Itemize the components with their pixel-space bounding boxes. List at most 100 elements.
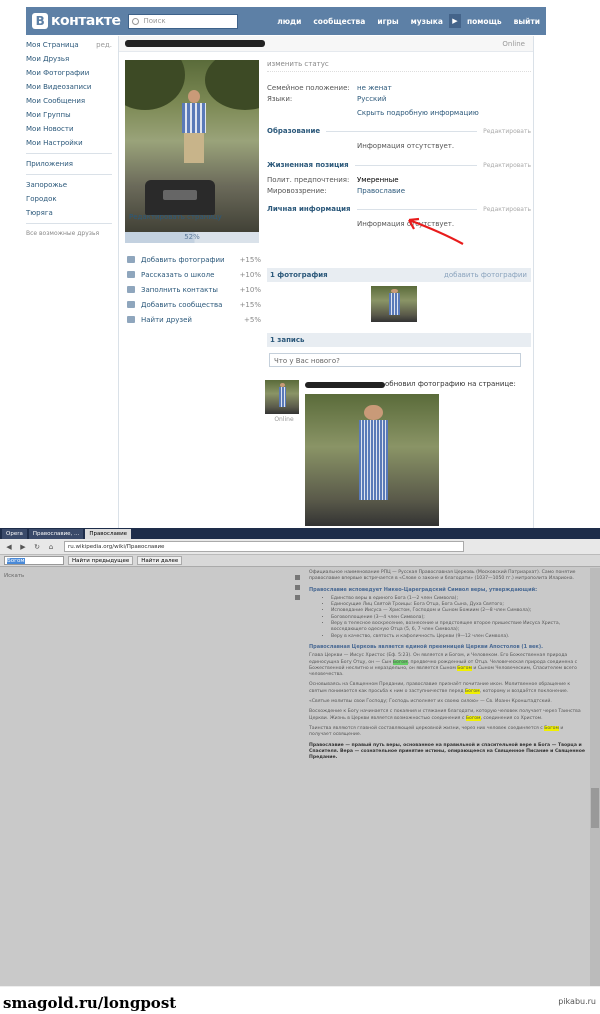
info-key: Полит. предпочтения: [267,175,350,184]
task-communities[interactable]: Добавить сообщества +15% [127,297,261,312]
section-personal: Личная информация Редактировать [267,200,531,218]
reload-icon[interactable]: ↻ [32,543,42,551]
photo-tree [205,60,259,110]
arrow-shaft [408,218,464,245]
task-percent: +15% [239,255,261,264]
article-list: Единство веры в единого Бога (1—2 член С… [331,596,587,640]
menu-photos[interactable]: Мои Фотографии [26,66,112,80]
text-run: Таинства являются главной составляющей ц… [309,725,543,731]
menu-friends[interactable]: Мои Друзья [26,52,112,66]
task-label: Добавить фотографии [141,255,225,264]
nav-people[interactable]: люди [271,17,307,26]
redacted-post-author [305,382,385,388]
menu-apps[interactable]: Приложения [26,157,112,171]
menu-divider [26,153,112,154]
task-school[interactable]: Рассказать о школе +10% [127,267,261,282]
tab-active[interactable]: Православие [85,528,132,539]
edit-page-button[interactable]: Редактировать страницу [125,210,259,226]
info-missing: Информация отсутствует. [357,142,455,150]
menu-group-turyaga[interactable]: Тюряга [26,206,112,220]
post-photo[interactable] [305,394,439,526]
info-value[interactable]: не женат [357,84,392,92]
post-online-status: Online [274,416,294,423]
edit-link[interactable]: Редактировать [483,206,531,213]
nav-communities[interactable]: сообщества [307,17,371,26]
vk-header: Вконтакте Поиск люди сообщества игры муз… [26,7,546,35]
wall-post-input[interactable]: Что у Вас нового? [269,353,521,367]
side-icon[interactable] [295,575,300,580]
find-next-button[interactable]: Найти далее [137,556,183,565]
menu-news[interactable]: Мои Новости [26,122,112,136]
edit-link[interactable]: ред. [96,38,112,52]
photo-thumbnail[interactable] [371,286,417,322]
thumb-person [358,420,389,500]
find-input[interactable]: Богом [4,556,64,565]
task-contacts[interactable]: Заполнить контакты +10% [127,282,261,297]
menu-videos[interactable]: Мои Видеозаписи [26,80,112,94]
menu-label: Мои Друзья [26,55,70,63]
all-friends-link[interactable]: Все возможные друзья [26,230,112,237]
article-heading: Православие исповедует Никео-Цареградски… [309,586,538,593]
menu-my-page[interactable]: Моя Страница ред. [26,38,112,52]
block-title[interactable]: 1 запись [270,333,304,347]
home-icon[interactable]: ⌂ [46,543,56,551]
nav-music[interactable]: музыка [405,17,449,26]
post-avatar[interactable] [265,380,299,414]
menu-divider [26,174,112,175]
side-icon[interactable] [295,585,300,590]
menu-messages[interactable]: Мои Сообщения [26,94,112,108]
profile-tasks: Добавить фотографии +15% Рассказать о шко… [127,252,261,327]
add-photos-link[interactable]: добавить фотографии [444,268,527,282]
menu-label: Тюряга [26,209,53,217]
nav-help[interactable]: помощь [461,17,508,26]
task-friends[interactable]: Найти друзей +5% [127,312,261,327]
play-icon[interactable]: ▶ [448,14,461,28]
scrollbar-thumb[interactable] [591,788,599,828]
list-item: Веру в качество, святость и кафоличность… [331,634,587,640]
search-input[interactable]: Поиск [128,13,239,29]
side-icon[interactable] [295,595,300,600]
block-title[interactable]: 1 фотография [270,268,328,282]
hide-info-link[interactable]: Скрыть подробную информацию [357,109,479,117]
menu-group-gorodok[interactable]: Городок [26,192,112,206]
info-missing: Информация отсутствует. [357,220,455,228]
article-paragraph: Основываясь на Священном Предании, право… [309,682,587,695]
tab-opera[interactable]: Opera [2,528,27,539]
article-paragraph: Официальное наименование РПЦ — Русская П… [309,570,576,582]
find-prev-button[interactable]: Найти предыдущее [68,556,134,565]
forward-icon[interactable]: ▶ [18,543,28,551]
school-icon [127,271,135,278]
scrollbar[interactable] [590,568,600,986]
left-menu: Моя Страница ред. Мои Друзья Мои Фотограф… [26,38,112,237]
info-key: Языки: [267,94,293,103]
photo-person-shirt [182,103,206,133]
find-value: Богом [7,558,25,564]
task-add-photos[interactable]: Добавить фотографии +15% [127,252,261,267]
article-paragraph: Таинства являются главной составляющей ц… [309,725,587,739]
section-line [354,164,478,166]
vk-logo[interactable]: Вконтакте [32,13,121,29]
menu-label: Мои Сообщения [26,97,86,105]
status-edit[interactable]: изменить статус [267,60,531,72]
tab-wiki[interactable]: Православие, ... [28,528,84,539]
menu-label: Мои Видеозаписи [26,83,92,91]
edit-link[interactable]: Редактировать [483,128,531,135]
nav-logout[interactable]: выйти [508,17,546,26]
back-icon[interactable]: ◀ [4,543,14,551]
watermark-footer: smagold.ru/longpost pikabu.ru [0,986,600,1014]
section-line [356,208,478,210]
edit-link[interactable]: Редактировать [483,162,531,169]
nav-games[interactable]: игры [371,17,404,26]
info-value[interactable]: Русский [357,95,386,103]
list-item: Веру в телесное воскресение, вознесение … [331,621,587,634]
menu-group-zaporozhye[interactable]: Запорожье [26,178,112,192]
menu-settings[interactable]: Мои Настройки [26,136,112,150]
text-run: , соединения со Христом. [480,715,543,721]
side-panel: Искать [0,567,300,986]
find-highlight: Богом [465,715,481,721]
camera-icon [127,256,135,263]
url-input[interactable]: ru.wikipedia.org/wiki/Православие [64,541,464,552]
menu-groups[interactable]: Мои Группы [26,108,112,122]
find-highlight: Богом [544,725,559,731]
info-value[interactable]: Православие [357,187,405,195]
